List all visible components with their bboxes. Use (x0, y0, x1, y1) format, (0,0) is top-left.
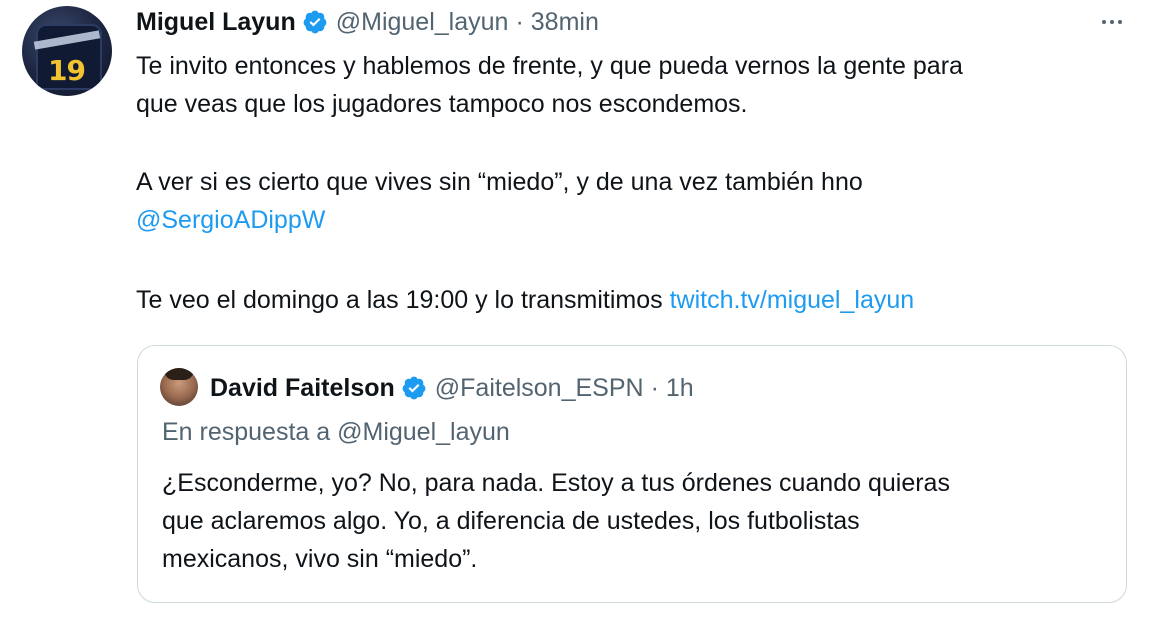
avatar-jersey-number: 19 (48, 54, 86, 87)
tweet[interactable]: 19 Miguel Layun @Miguel_layun · 38min Te… (0, 0, 1149, 620)
quoted-line: que aclaremos algo. Yo, a diferencia de … (162, 507, 860, 535)
quoted-author-handle[interactable]: @Faitelson_ESPN (435, 374, 644, 403)
tweet-paragraph-1: Te invito entonces y hablemos de frente,… (136, 47, 963, 123)
more-options-icon[interactable] (1095, 8, 1129, 36)
quoted-author-name[interactable]: David Faitelson (210, 374, 395, 403)
quoted-line: ¿Esconderme, yo? No, para nada. Estoy a … (162, 469, 950, 497)
tweet-paragraph-3: Te veo el domingo a las 19:00 y lo trans… (136, 281, 914, 319)
more-dot (1110, 20, 1114, 24)
quoted-tweet-text: ¿Esconderme, yo? No, para nada. Estoy a … (162, 464, 950, 578)
quoted-tweet[interactable]: David Faitelson @Faitelson_ESPN · 1h En … (137, 345, 1127, 603)
avatar-hair (164, 368, 194, 380)
tweet-header: Miguel Layun @Miguel_layun · 38min (136, 4, 599, 40)
quoted-line: mexicanos, vivo sin “miedo”. (162, 545, 478, 573)
quoted-author-avatar[interactable] (160, 368, 198, 406)
quoted-tweet-timestamp[interactable]: 1h (666, 374, 694, 403)
separator-dot: · (515, 7, 524, 36)
tweet-line: Te invito entonces y hablemos de frente,… (136, 52, 963, 80)
more-dot (1102, 20, 1106, 24)
tweet-timestamp[interactable]: 38min (531, 8, 599, 37)
twitch-link[interactable]: twitch.tv/miguel_layun (670, 286, 915, 314)
author-name[interactable]: Miguel Layun (136, 8, 296, 37)
tweet-paragraph-2: A ver si es cierto que vives sin “miedo”… (136, 163, 863, 239)
verified-badge-icon (303, 10, 327, 34)
more-dot (1118, 20, 1122, 24)
mention-link[interactable]: @SergioADippW (136, 206, 325, 234)
tweet-line: A ver si es cierto que vives sin “miedo”… (136, 168, 863, 196)
verified-badge-icon (402, 376, 426, 400)
quoted-tweet-header: David Faitelson @Faitelson_ESPN · 1h (210, 369, 694, 407)
tweet-line: que veas que los jugadores tampoco nos e… (136, 90, 748, 118)
reply-context[interactable]: En respuesta a @Miguel_layun (162, 418, 510, 447)
author-handle[interactable]: @Miguel_layun (336, 8, 509, 37)
author-avatar[interactable]: 19 (22, 6, 112, 96)
separator-dot: · (650, 373, 659, 402)
tweet-line: Te veo el domingo a las 19:00 y lo trans… (136, 286, 670, 314)
